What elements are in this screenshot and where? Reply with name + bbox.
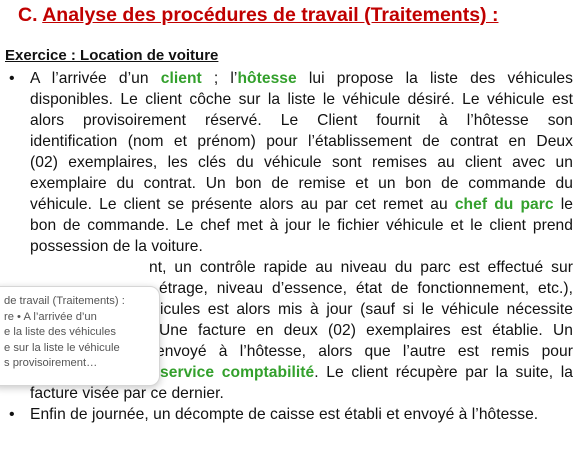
- text-line: exemplaire du contrat. Un bon de remise …: [30, 175, 573, 192]
- section-heading-text: Analyse des procédures de travail (Trait…: [42, 4, 499, 26]
- text-line: nt, un contrôle rapide au niveau du parc…: [149, 259, 573, 276]
- highlight-hotesse: hôtesse: [237, 70, 297, 87]
- text-line: possession de la voiture.: [30, 238, 203, 255]
- text-line: disponibles. Le client côche sur la list…: [30, 91, 573, 108]
- bullet-item-1: • A l’arrivée d’un client ; l’hôtesse lu…: [0, 68, 587, 257]
- tooltip-line: e la liste des véhicules: [4, 326, 116, 339]
- section-heading: C. Analyse des procédures de travail (Tr…: [18, 4, 498, 27]
- bullet-dot-icon: •: [9, 406, 15, 423]
- tooltip-line: re • A l’arrivée d’un: [4, 310, 97, 323]
- exercise-title: Exercice : Location de voiture: [5, 47, 219, 64]
- text-line: facture visée par ce dernier.: [30, 385, 224, 402]
- text-line: A l’arrivée d’un client ; l’hôtesse lui …: [30, 70, 573, 87]
- tooltip-line: de travail (Traitements) :: [4, 295, 125, 307]
- tooltip-line: e sur la liste le véhicule: [4, 341, 120, 354]
- text-line: Enfin de journée, un décompte de caisse …: [30, 406, 539, 423]
- highlight-service-comptabilite: service comptabilité: [160, 364, 315, 381]
- text-line: (02) exemplaires, les clés du véhicule s…: [30, 154, 573, 171]
- tooltip-line: s provisoirement…: [4, 357, 98, 370]
- highlight-chef-du-parc: chef du parc: [454, 196, 554, 213]
- hover-preview-tooltip[interactable]: de travail (Traitements) : re • A l’arri…: [0, 286, 160, 386]
- text-line: identification (nom et prénom) pour l’ét…: [30, 133, 573, 150]
- bullet-item-3: • Enfin de journée, un décompte de caiss…: [0, 404, 587, 425]
- section-heading-prefix: C.: [18, 4, 38, 26]
- highlight-client: client: [160, 70, 202, 87]
- text-line: véhicule. Le client se présente alors au…: [30, 196, 573, 213]
- text-line: bon de commande. Le chef met à jour le f…: [30, 217, 573, 234]
- bullet-dot-icon: •: [9, 70, 15, 87]
- text-line: alors provisoirement réservé. Le Client …: [30, 112, 573, 129]
